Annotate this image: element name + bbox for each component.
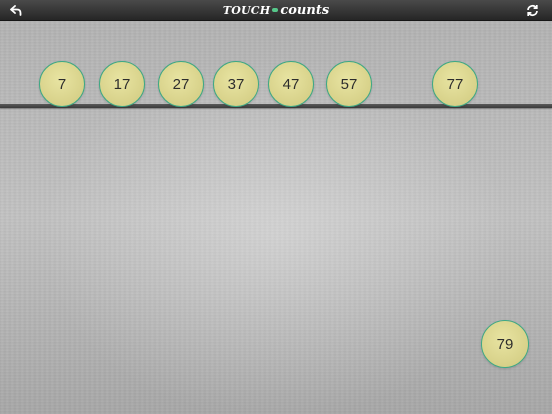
title-dot-icon: [272, 8, 279, 12]
number-ball[interactable]: 37: [213, 61, 259, 107]
number-ball[interactable]: 77: [432, 61, 478, 107]
title-counts: counts: [280, 2, 330, 18]
title-touch: TOUCH: [222, 3, 271, 17]
number-ball[interactable]: 57: [326, 61, 372, 107]
number-ball[interactable]: 27: [158, 61, 204, 107]
refresh-icon[interactable]: [524, 2, 540, 18]
number-ball[interactable]: 17: [99, 61, 145, 107]
top-bar: TOUCH counts: [0, 0, 552, 21]
number-shelf: [0, 104, 552, 108]
loose-number-ball[interactable]: 79: [481, 320, 529, 368]
app-title: TOUCH counts: [0, 0, 552, 20]
number-ball[interactable]: 47: [268, 61, 314, 107]
number-ball[interactable]: 7: [39, 61, 85, 107]
